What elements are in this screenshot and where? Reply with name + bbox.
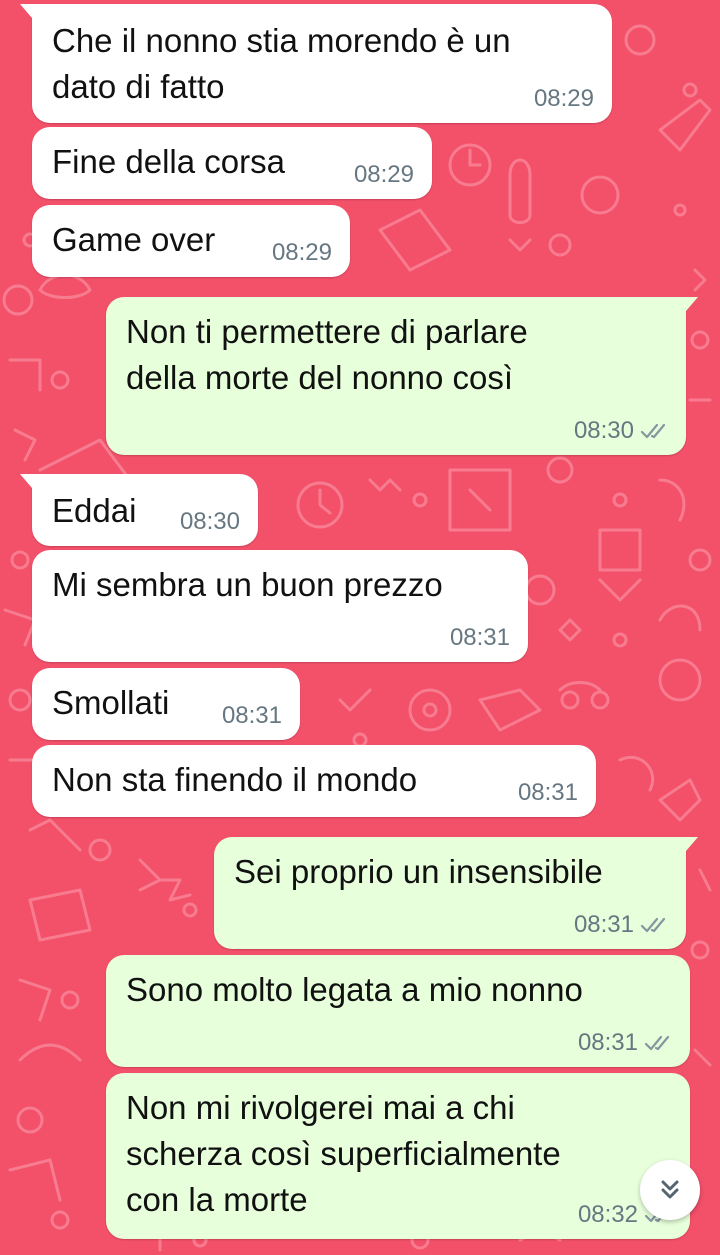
message-time: 08:29 (533, 85, 594, 112)
double-check-icon (644, 1035, 670, 1051)
message-meta: 08:31 (574, 911, 670, 939)
message-bubble-incoming[interactable]: Non sta finendo il mondo 08:31 (32, 745, 596, 817)
scroll-to-bottom-button[interactable] (640, 1160, 700, 1220)
message-bubble-incoming[interactable]: Fine della corsa 08:29 (32, 127, 432, 199)
message-text: Game over (52, 221, 216, 258)
double-check-icon (640, 917, 666, 933)
message-meta: 08:30 (574, 417, 670, 445)
message-text: Sono molto legata a mio nonno (126, 971, 583, 1008)
message-meta: 08:31 (518, 779, 578, 807)
double-chevron-down-icon (661, 1180, 679, 1199)
message-time: 08:30 (179, 508, 240, 535)
message-time: 08:32 (577, 1201, 638, 1228)
message-bubble-incoming[interactable]: Mi sembra un buon prezzo 08:31 (32, 550, 528, 662)
message-text: Non ti permettere di parlare della morte… (126, 313, 528, 396)
message-meta: 08:29 (534, 85, 594, 113)
message-bubble-outgoing[interactable]: Non mi rivolgerei mai a chi scherza così… (106, 1073, 690, 1239)
message-bubble-outgoing[interactable]: Non ti permettere di parlare della morte… (106, 297, 698, 455)
message-time: 08:29 (271, 239, 332, 266)
message-text: Non mi rivolgerei mai a chi scherza così… (126, 1089, 561, 1218)
message-bubble-incoming[interactable]: Eddai 08:30 (20, 474, 258, 546)
message-meta: 08:31 (578, 1029, 674, 1057)
message-text: Smollati (52, 684, 170, 721)
message-time: 08:31 (573, 911, 634, 938)
message-meta: 08:30 (180, 508, 240, 536)
message-time: 08:31 (449, 624, 510, 651)
message-time: 08:31 (221, 702, 282, 729)
message-time: 08:31 (577, 1029, 638, 1056)
message-time: 08:29 (353, 161, 414, 188)
message-bubble-incoming[interactable]: Che il nonno stia morendo è un dato di f… (20, 4, 612, 123)
message-bubble-incoming[interactable]: Game over 08:29 (32, 205, 350, 277)
message-text: Eddai (52, 492, 137, 529)
double-check-icon (640, 423, 666, 439)
message-meta: 08:31 (222, 702, 282, 730)
message-text: Fine della corsa (52, 143, 285, 180)
message-time: 08:30 (573, 417, 634, 444)
message-text: Sei proprio un insensibile (234, 853, 603, 890)
message-bubble-incoming[interactable]: Smollati 08:31 (32, 668, 300, 740)
message-meta: 08:29 (272, 239, 332, 267)
message-time: 08:31 (517, 779, 578, 806)
message-meta: 08:31 (450, 624, 510, 652)
message-text: Che il nonno stia morendo è un dato di f… (52, 22, 511, 105)
message-bubble-outgoing[interactable]: Sei proprio un insensibile 08:31 (214, 837, 698, 949)
message-bubble-outgoing[interactable]: Sono molto legata a mio nonno 08:31 (106, 955, 690, 1067)
message-text: Mi sembra un buon prezzo (52, 566, 443, 603)
message-text: Non sta finendo il mondo (52, 761, 418, 798)
message-meta: 08:29 (354, 161, 414, 189)
